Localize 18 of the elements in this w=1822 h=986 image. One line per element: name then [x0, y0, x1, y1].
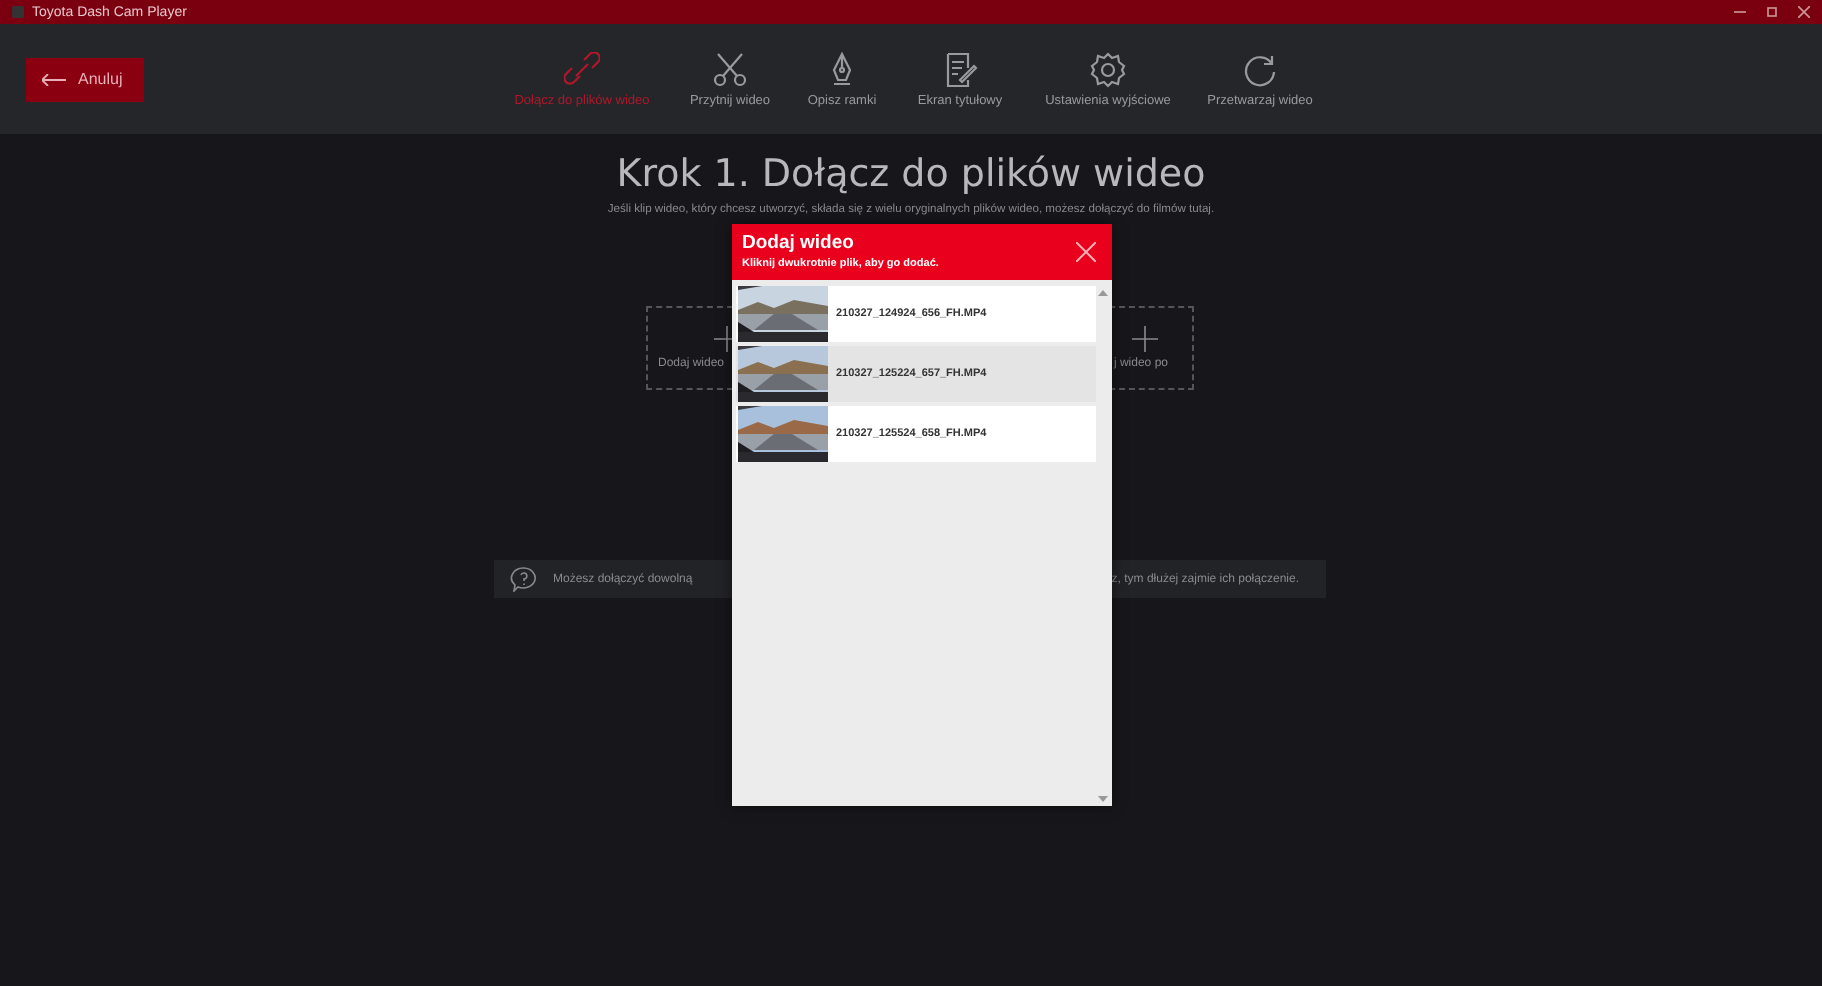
close-icon[interactable]	[1798, 6, 1810, 18]
restore-icon[interactable]	[1766, 6, 1778, 18]
app-icon	[12, 6, 24, 18]
cancel-button[interactable]: Anuluj	[26, 57, 144, 101]
plus-icon	[1132, 326, 1158, 352]
scroll-down-icon[interactable]	[1098, 796, 1108, 802]
arrow-left-icon	[42, 73, 66, 85]
step-heading: Krok 1. Dołącz do plików wideo	[616, 152, 1206, 196]
scissors-icon	[712, 51, 748, 87]
link-icon	[564, 51, 600, 87]
dialog-title: Dodaj wideo	[742, 232, 854, 254]
refresh-icon	[1242, 51, 1278, 87]
minimize-icon[interactable]	[1734, 6, 1746, 18]
settings-icon	[1090, 51, 1126, 87]
close-icon[interactable]	[1076, 242, 1096, 262]
document-edit-icon	[942, 51, 978, 87]
question-bubble-icon	[509, 566, 537, 592]
scroll-up-icon[interactable]	[1098, 290, 1108, 296]
